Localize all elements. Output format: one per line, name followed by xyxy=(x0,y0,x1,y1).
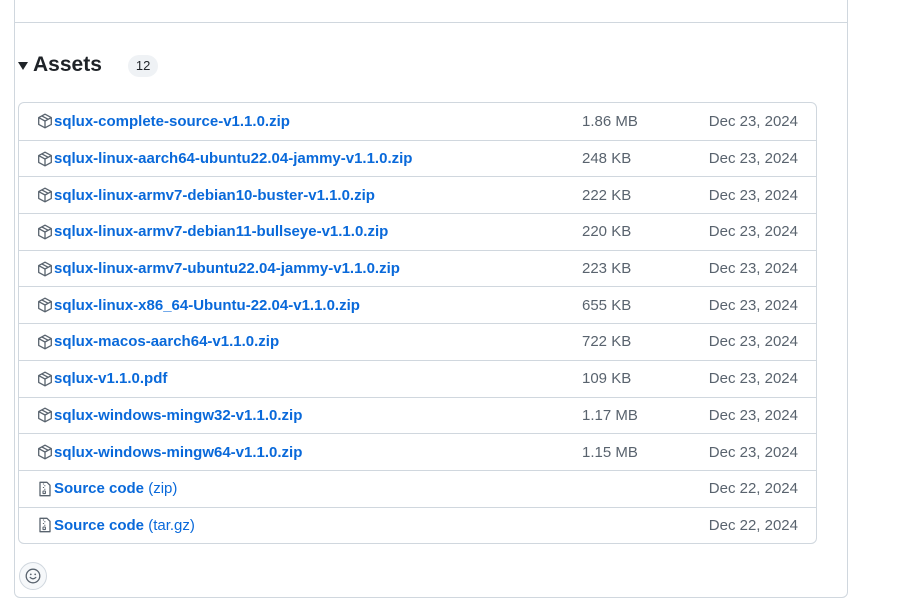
assets-list: sqlux-complete-source-v1.1.0.zip 1.86 MB D… xyxy=(18,102,817,545)
smiley-icon xyxy=(25,568,41,584)
asset-size: 248 KB xyxy=(582,150,632,168)
asset-download-link[interactable]: sqlux-windows-mingw32-v1.1.0.zip xyxy=(54,407,302,424)
asset-size: 109 KB xyxy=(582,370,632,388)
package-icon xyxy=(38,407,52,423)
asset-name: Source code xyxy=(54,516,145,534)
asset-download-link[interactable]: sqlux-linux-armv7-debian11-bullseye-v1.1… xyxy=(54,223,388,240)
asset-date: Dec 23, 2024 xyxy=(708,406,798,424)
asset-size: 722 KB xyxy=(582,333,632,351)
asset-download-link[interactable]: sqlux-linux-armv7-debian10-buster-v1.1.0… xyxy=(54,187,375,204)
asset-row: Source code (tar.gz) Dec 22, 2024 xyxy=(19,506,816,544)
asset-size: 223 KB xyxy=(582,260,632,278)
asset-row: sqlux-complete-source-v1.1.0.zip 1.86 MB D… xyxy=(19,103,816,140)
asset-download-link[interactable]: Source code (zip) xyxy=(54,480,177,497)
package-icon xyxy=(38,444,52,460)
asset-row: sqlux-v1.1.0.pdf 109 KB Dec 23, 2024 xyxy=(19,359,816,397)
package-icon xyxy=(38,297,52,313)
asset-size: 220 KB xyxy=(582,223,632,241)
asset-date: Dec 23, 2024 xyxy=(708,260,798,278)
asset-row: sqlux-linux-x86_64-Ubuntu-22.04-v1.1.0.z… xyxy=(19,286,816,323)
asset-name: Source code xyxy=(54,480,145,498)
asset-row: Source code (zip) Dec 22, 2024 xyxy=(19,469,816,507)
asset-name: sqlux-linux-armv7-ubuntu22.04-jammy-v1.1… xyxy=(54,260,400,278)
asset-name: sqlux-windows-mingw64-v1.1.0.zip xyxy=(54,443,303,461)
package-icon xyxy=(38,371,52,387)
asset-date: Dec 22, 2024 xyxy=(708,480,798,498)
assets-title: Assets xyxy=(33,52,102,76)
section-divider xyxy=(15,22,847,23)
asset-format: (zip) xyxy=(148,480,178,498)
asset-download-link[interactable]: sqlux-linux-x86_64-Ubuntu-22.04-v1.1.0.z… xyxy=(54,297,360,314)
package-icon xyxy=(38,113,52,129)
asset-date: Dec 23, 2024 xyxy=(708,370,798,388)
asset-date: Dec 23, 2024 xyxy=(708,223,798,241)
asset-row: sqlux-windows-mingw64-v1.1.0.zip 1.15 MB D… xyxy=(19,433,816,470)
package-icon xyxy=(38,187,52,203)
asset-download-link[interactable]: sqlux-linux-armv7-ubuntu22.04-jammy-v1.1… xyxy=(54,260,400,277)
asset-row: sqlux-linux-armv7-ubuntu22.04-jammy-v1.1… xyxy=(19,249,816,287)
asset-size: 655 KB xyxy=(582,296,632,314)
package-icon xyxy=(38,151,52,166)
asset-date: Dec 23, 2024 xyxy=(708,333,798,351)
asset-name: sqlux-macos-aarch64-v1.1.0.zip xyxy=(54,333,280,351)
asset-download-link[interactable]: sqlux-windows-mingw64-v1.1.0.zip xyxy=(54,444,302,461)
asset-download-link[interactable]: sqlux-linux-aarch64-ubuntu22.04-jammy-v1… xyxy=(54,150,412,167)
package-icon xyxy=(38,224,52,240)
asset-name: sqlux-linux-x86_64-Ubuntu-22.04-v1.1.0.z… xyxy=(54,296,360,314)
asset-date: Dec 23, 2024 xyxy=(708,112,798,130)
asset-row: sqlux-macos-aarch64-v1.1.0.zip 722 KB Dec … xyxy=(19,323,816,360)
asset-row: sqlux-linux-armv7-debian10-buster-v1.1.0… xyxy=(19,176,816,213)
asset-date: Dec 23, 2024 xyxy=(708,150,798,168)
asset-date: Dec 23, 2024 xyxy=(708,443,798,461)
file-zip-icon xyxy=(39,518,51,533)
asset-row: sqlux-windows-mingw32-v1.1.0.zip 1.17 MB D… xyxy=(19,396,816,434)
asset-size: 1.86 MB xyxy=(582,112,638,130)
asset-name: sqlux-v1.1.0.pdf xyxy=(54,370,168,388)
file-zip-icon xyxy=(39,481,51,497)
assets-count-badge: 12 xyxy=(127,55,159,77)
asset-size: 1.17 MB xyxy=(582,406,638,424)
asset-download-link[interactable]: sqlux-complete-source-v1.1.0.zip xyxy=(54,113,290,130)
asset-download-link[interactable]: Source code (tar.gz) xyxy=(54,517,195,534)
asset-name: sqlux-linux-armv7-debian11-bullseye-v1.1… xyxy=(54,223,389,241)
asset-name: sqlux-complete-source-v1.1.0.zip xyxy=(54,112,290,130)
asset-name: sqlux-linux-armv7-debian10-buster-v1.1.0… xyxy=(54,186,375,204)
asset-date: Dec 22, 2024 xyxy=(708,516,798,534)
asset-download-link[interactable]: sqlux-v1.1.0.pdf xyxy=(54,370,167,387)
add-reaction-button[interactable] xyxy=(19,562,47,590)
asset-row: sqlux-linux-armv7-debian11-bullseye-v1.1… xyxy=(19,213,816,250)
asset-download-link[interactable]: sqlux-macos-aarch64-v1.1.0.zip xyxy=(54,333,279,350)
package-icon xyxy=(38,334,52,350)
asset-date: Dec 23, 2024 xyxy=(708,186,798,204)
assets-toggle[interactable]: Assets 12 xyxy=(18,52,159,77)
asset-name: sqlux-windows-mingw32-v1.1.0.zip xyxy=(54,406,303,424)
asset-size: 1.15 MB xyxy=(582,443,638,461)
asset-row: sqlux-linux-aarch64-ubuntu22.04-jammy-v1… xyxy=(19,139,816,177)
caret-down-icon xyxy=(18,62,28,70)
asset-size: 222 KB xyxy=(582,186,632,204)
package-icon xyxy=(38,261,52,277)
asset-date: Dec 23, 2024 xyxy=(708,296,798,314)
asset-name: sqlux-linux-aarch64-ubuntu22.04-jammy-v1… xyxy=(54,150,413,168)
asset-format: (tar.gz) xyxy=(148,516,195,534)
